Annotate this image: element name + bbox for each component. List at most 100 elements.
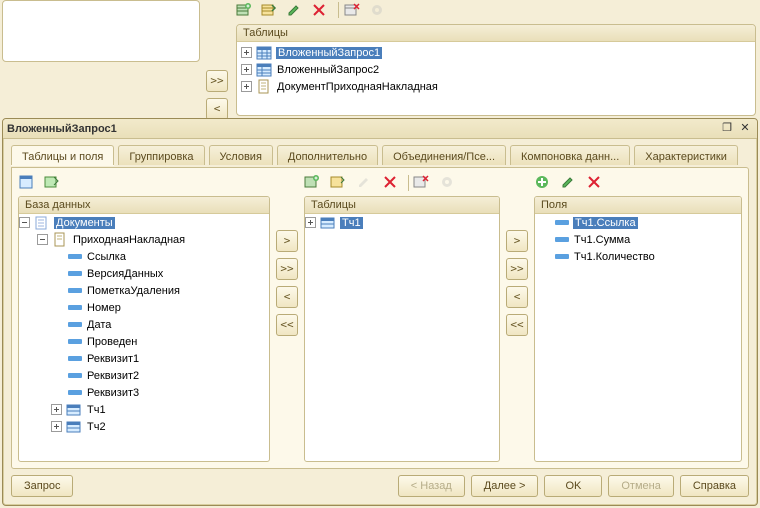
tab-layout[interactable]: Компоновка данн...: [510, 145, 630, 165]
next-button[interactable]: Далее >: [471, 475, 539, 497]
add-table-icon[interactable]: [236, 2, 254, 20]
field-label: ПометкаУдаления: [86, 285, 181, 297]
move-all-right-button[interactable]: >>: [506, 258, 528, 280]
expand-icon[interactable]: [51, 404, 62, 415]
tables-header: Таблицы: [305, 197, 499, 214]
move-all-left-button[interactable]: <<: [506, 314, 528, 336]
field-icon: [68, 373, 82, 378]
database-column: База данных Документы ПриходнаяНакладная…: [18, 174, 270, 462]
documents-icon: [34, 215, 50, 231]
delete-icon[interactable]: [382, 174, 400, 192]
tree-doc-label: ПриходнаяНакладная: [72, 234, 186, 246]
list-item[interactable]: Тч1.Сумма: [535, 231, 741, 248]
delete-table-icon[interactable]: [344, 2, 362, 20]
move-left-button[interactable]: <: [206, 98, 228, 120]
tables-to-fields-buttons: > >> < <<: [506, 230, 528, 336]
tables-list[interactable]: Таблицы Тч1: [304, 196, 500, 462]
tables-column: Таблицы Тч1: [304, 174, 500, 462]
move-left-button[interactable]: <: [506, 286, 528, 308]
fields-toolbar: [534, 174, 742, 192]
field-icon: [68, 288, 82, 293]
field-icon: [68, 305, 82, 310]
field-icon: [68, 271, 82, 276]
tab-additional[interactable]: Дополнительно: [277, 145, 378, 165]
field-label: Тч1.Ссылка: [573, 217, 638, 229]
tree-item[interactable]: ВложенныйЗапрос1: [241, 44, 751, 61]
edit-icon[interactable]: [560, 174, 578, 192]
tab-characteristics[interactable]: Характеристики: [634, 145, 738, 165]
tree-root-label: Документы: [54, 217, 115, 229]
tree-item-label: ДокументПриходнаяНакладная: [276, 81, 439, 93]
move-all-right-button[interactable]: >>: [206, 70, 228, 92]
move-all-left-button[interactable]: <<: [276, 314, 298, 336]
move-right-button[interactable]: >: [276, 230, 298, 252]
fields-header: Поля: [535, 197, 741, 214]
resize-handle[interactable]: [257, 197, 263, 213]
tree-item[interactable]: ВложенныйЗапрос2: [241, 61, 751, 78]
table-part-icon: [66, 402, 82, 418]
expand-icon[interactable]: [241, 81, 252, 92]
edit-icon: [356, 174, 374, 192]
field-icon: [68, 254, 82, 259]
tab-conditions[interactable]: Условия: [209, 145, 273, 165]
nested-query-window: ВложенныйЗапрос1 ❐ ✕ Таблицы и поля Груп…: [2, 118, 758, 506]
move-right-button[interactable]: >: [506, 230, 528, 252]
help-button[interactable]: Справка: [680, 475, 749, 497]
collapse-icon[interactable]: [37, 234, 48, 245]
tpart-label: Тч2: [86, 421, 107, 433]
top-left-blank-panel: [2, 0, 200, 62]
table-part-icon: [320, 215, 336, 231]
move-all-right-button[interactable]: >>: [276, 258, 298, 280]
cancel-button: Отмена: [608, 475, 673, 497]
edit-icon[interactable]: [286, 2, 304, 20]
database-tree[interactable]: База данных Документы ПриходнаяНакладная…: [18, 196, 270, 462]
field-label: Номер: [86, 302, 122, 314]
gear-icon: [439, 174, 457, 192]
expand-icon[interactable]: [241, 47, 252, 58]
list-item[interactable]: Тч1.Ссылка: [535, 214, 741, 231]
fields-list[interactable]: Поля Тч1.Ссылка Тч1.Сумма Тч1.Количество: [534, 196, 742, 462]
collapse-icon[interactable]: [19, 217, 30, 228]
tab-unions[interactable]: Объединения/Псе...: [382, 145, 506, 165]
field-icon: [68, 356, 82, 361]
add-table-icon[interactable]: [304, 174, 322, 192]
expand-icon[interactable]: [305, 217, 316, 228]
top-tables-tree[interactable]: ВложенныйЗапрос1 ВложенныйЗапрос2 Докуме…: [237, 42, 755, 97]
list-item[interactable]: Тч1: [305, 214, 499, 231]
tables-toolbar: [304, 174, 500, 192]
top-tables-panel: Таблицы ВложенныйЗапрос1 ВложенныйЗапрос…: [236, 24, 756, 116]
ok-button[interactable]: OK: [544, 475, 602, 497]
move-left-button[interactable]: <: [276, 286, 298, 308]
temp-table-icon[interactable]: [44, 174, 62, 192]
tab-tables-fields[interactable]: Таблицы и поля: [11, 145, 114, 165]
list-item[interactable]: Тч1.Количество: [535, 248, 741, 265]
window-title: ВложенныйЗапрос1: [7, 123, 717, 135]
delete-icon[interactable]: [311, 2, 329, 20]
close-button[interactable]: ✕: [737, 122, 753, 136]
tab-grouping[interactable]: Группировка: [118, 145, 204, 165]
field-label: Проведен: [86, 336, 138, 348]
delete-table-icon[interactable]: [413, 174, 431, 192]
maximize-button[interactable]: ❐: [719, 122, 735, 136]
tabstrip: Таблицы и поля Группировка Условия Допол…: [3, 139, 757, 167]
tpart-label: Тч1: [86, 404, 107, 416]
replace-table-icon[interactable]: [261, 2, 279, 20]
back-button: < Назад: [398, 475, 465, 497]
field-label: Тч1.Количество: [573, 251, 656, 263]
query-button[interactable]: Запрос: [11, 475, 73, 497]
nested-query-icon[interactable]: [18, 174, 36, 192]
delete-icon[interactable]: [586, 174, 604, 192]
field-icon: [68, 322, 82, 327]
tree-item[interactable]: ДокументПриходнаяНакладная: [241, 78, 751, 95]
table-part-icon: [66, 419, 82, 435]
document-icon: [256, 79, 272, 95]
replace-table-icon[interactable]: [330, 174, 348, 192]
field-icon: [555, 254, 569, 259]
add-icon[interactable]: [534, 174, 552, 192]
expand-icon[interactable]: [51, 421, 62, 432]
field-icon: [68, 390, 82, 395]
field-icon: [555, 220, 569, 225]
top-move-buttons: >> <: [206, 70, 228, 120]
expand-icon[interactable]: [241, 64, 252, 75]
top-toolbar: [236, 2, 391, 20]
